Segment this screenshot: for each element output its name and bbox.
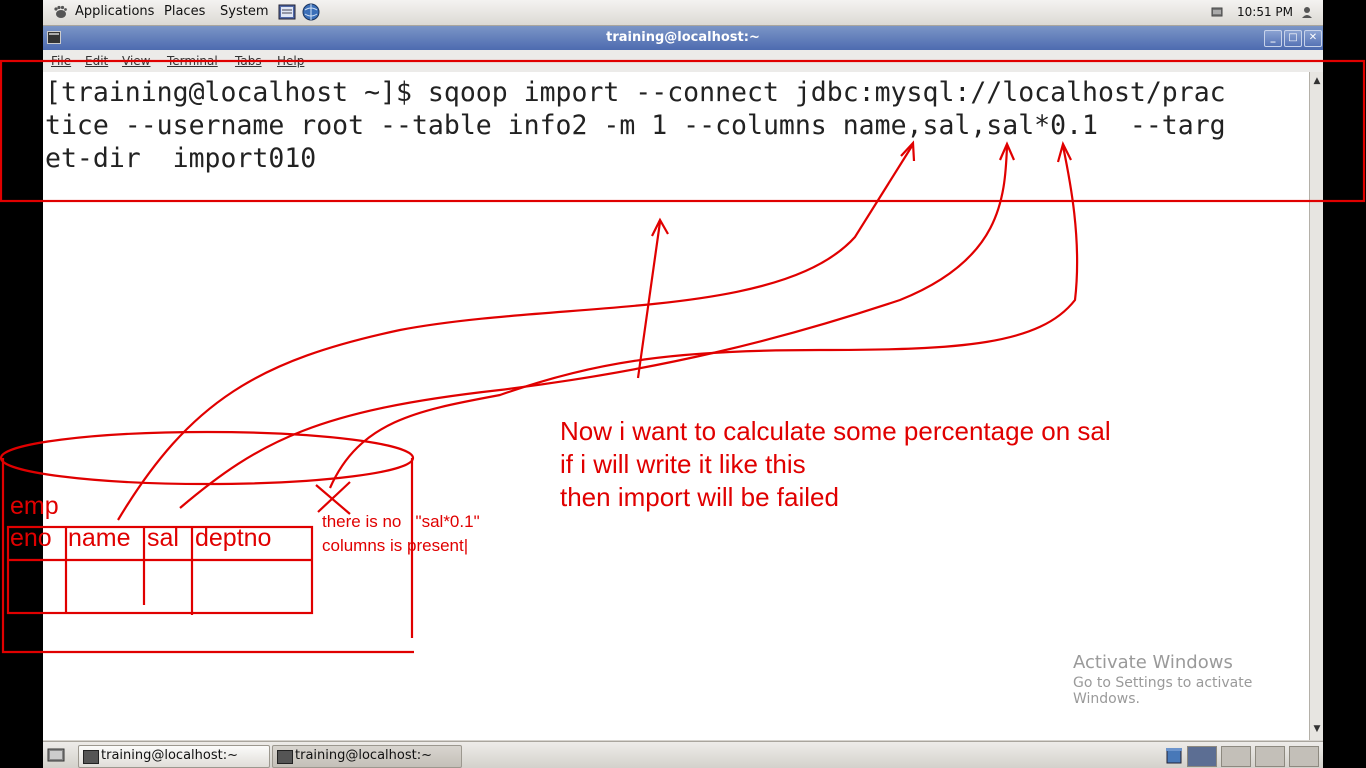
small-note-line: there is no "sal*0.1" (322, 512, 480, 531)
main-note-line: then import will be failed (560, 482, 839, 512)
column-deptno: deptno (195, 524, 272, 552)
highlight-box (0, 59, 1366, 203)
arrow-up (636, 221, 662, 379)
db-top (0, 430, 415, 486)
main-note-line: if i will write it like this (560, 449, 806, 479)
small-note-line: columns is present| (322, 536, 469, 555)
main-note-line: Now i want to calculate some percentage … (560, 416, 1111, 446)
column-name: name (68, 524, 131, 552)
column-sal: sal (147, 524, 179, 552)
annotation-small-note: there is no "sal*0.1" columns is present… (322, 510, 480, 558)
annotation-overlay (0, 59, 1366, 654)
annotation-main-note: Now i want to calculate some percentage … (560, 415, 1111, 514)
table-name: emp (10, 492, 59, 520)
column-eno: eno (10, 524, 52, 552)
